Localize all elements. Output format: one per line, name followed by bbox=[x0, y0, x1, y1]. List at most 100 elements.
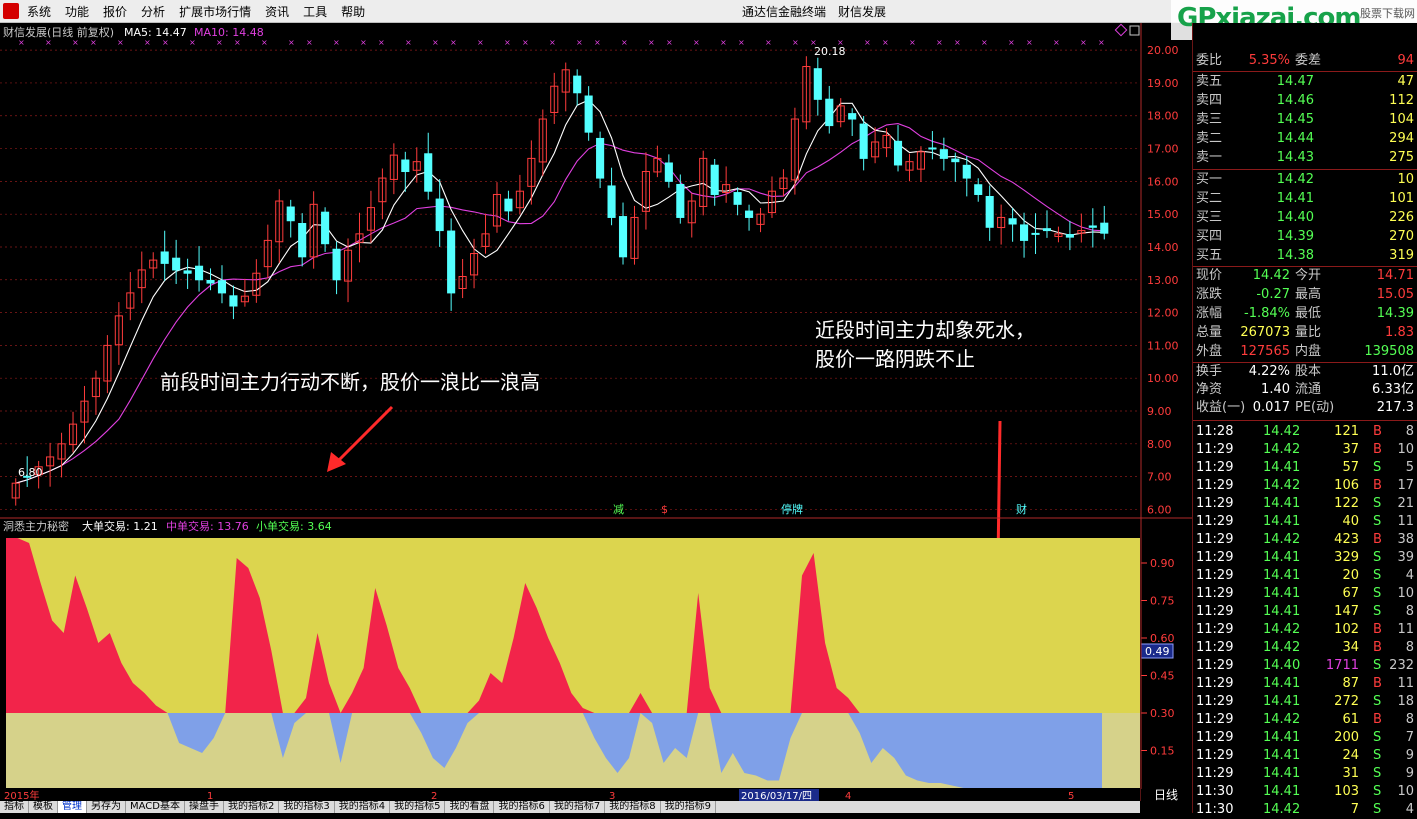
candle-down bbox=[848, 113, 857, 120]
indicator-tab[interactable]: 我的指标5 bbox=[390, 801, 446, 813]
indicator-tab[interactable]: 我的指标7 bbox=[550, 801, 606, 813]
quote-separator bbox=[1193, 71, 1417, 72]
price-grid: × × × × × × × × × × × × × × × × × × × × × × × × × × × × × × × × × × × × × × × ×… bbox=[0, 38, 1140, 510]
tick-row: 11:29 14.41 24 S 9 bbox=[1193, 747, 1417, 765]
tick-time: 11:29 bbox=[1196, 694, 1234, 709]
high-price-label: 20.18 bbox=[814, 45, 846, 58]
candle-down bbox=[859, 123, 868, 159]
menu-item-quote[interactable]: 报价 bbox=[103, 3, 127, 20]
indicator-tab[interactable]: 另存为 bbox=[87, 801, 126, 813]
tick-side: S bbox=[1373, 658, 1382, 673]
stat-value: 15.05 bbox=[1376, 287, 1414, 302]
indicator-tab[interactable]: 我的看盘 bbox=[445, 801, 495, 813]
menu-item-extended-market[interactable]: 扩展市场行情 bbox=[179, 3, 251, 20]
tick-price: 14.42 bbox=[1263, 802, 1301, 817]
stat-value: 14.42 bbox=[1252, 268, 1290, 283]
menu-item-news[interactable]: 资讯 bbox=[265, 3, 289, 20]
ma5-label: MA5: 14.47 bbox=[124, 26, 187, 39]
tick-volume: 87 bbox=[1342, 676, 1359, 691]
indicator-tab[interactable]: 我的指标2 bbox=[224, 801, 280, 813]
kline-chart[interactable]: × × × × × × × × × × × × × × × × × × × × × × × × × × × × × × × × × × × × × × × ×… bbox=[0, 23, 1192, 801]
top-marker: × bbox=[477, 38, 484, 47]
tick-row: 11:29 14.41 67 S 10 bbox=[1193, 585, 1417, 603]
sell-level-label: 卖一 bbox=[1196, 150, 1223, 165]
sell-level-label: 卖二 bbox=[1196, 131, 1223, 146]
top-marker: × bbox=[882, 38, 889, 47]
candlesticks bbox=[11, 56, 1109, 506]
candle-down bbox=[974, 184, 983, 195]
tick-time: 11:29 bbox=[1196, 442, 1234, 457]
tick-price: 14.41 bbox=[1263, 514, 1301, 529]
sell-row: 卖五 14.47 47 bbox=[1193, 73, 1417, 91]
indicator-tab[interactable]: 我的指标4 bbox=[335, 801, 391, 813]
stat-value: 267073 bbox=[1240, 325, 1290, 340]
sell-row: 卖四 14.46 112 bbox=[1193, 92, 1417, 110]
indicator-tab[interactable]: 我的指标3 bbox=[279, 801, 335, 813]
top-marker: × bbox=[909, 38, 916, 47]
stat-label: 净资 bbox=[1196, 382, 1223, 397]
indicator-tab[interactable]: 我的指标8 bbox=[605, 801, 661, 813]
tick-side: B bbox=[1373, 622, 1382, 637]
tick-count: 4 bbox=[1405, 568, 1414, 583]
menu-item-tools[interactable]: 工具 bbox=[303, 3, 327, 20]
weibi-value: 5.35% bbox=[1248, 53, 1290, 68]
menu-item-system[interactable]: 系统 bbox=[27, 3, 51, 20]
stat-value: 6.33亿 bbox=[1372, 382, 1414, 397]
indicator-tab[interactable]: MACD基本 bbox=[126, 801, 185, 813]
buy-volume: 319 bbox=[1389, 248, 1414, 263]
top-marker: × bbox=[90, 38, 97, 47]
indicator-tab[interactable]: 我的指标9 bbox=[661, 801, 716, 813]
indicator-tab[interactable]: 管理 bbox=[58, 801, 87, 813]
window-toggle-icon[interactable] bbox=[1129, 25, 1140, 36]
top-marker: × bbox=[1026, 38, 1033, 47]
tick-price: 14.42 bbox=[1263, 712, 1301, 727]
top-marker: × bbox=[378, 38, 385, 47]
top-marker: × bbox=[1080, 38, 1087, 47]
indicator-big-label: 大单交易: 1.21 bbox=[82, 519, 158, 533]
event-marker-financial[interactable]: 财 bbox=[1016, 502, 1027, 516]
event-marker-dividend[interactable]: $ bbox=[661, 503, 668, 516]
event-marker-reduce[interactable]: 减 bbox=[613, 503, 624, 516]
menu-item-help[interactable]: 帮助 bbox=[341, 3, 365, 20]
indicator-tab[interactable]: 指标 bbox=[0, 801, 29, 813]
stat-row: 总量 267073 量比 1.83 bbox=[1193, 324, 1417, 342]
app-logo-icon bbox=[3, 3, 19, 19]
menu-item-analysis[interactable]: 分析 bbox=[141, 3, 165, 20]
sell-price: 14.47 bbox=[1276, 74, 1314, 89]
stat-value: 1.83 bbox=[1385, 325, 1414, 340]
price-tick-label: 6.00 bbox=[1147, 503, 1172, 516]
candle-down bbox=[584, 95, 593, 133]
top-marker: × bbox=[405, 38, 412, 47]
tick-side: S bbox=[1373, 586, 1382, 601]
price-tick-label: 13.00 bbox=[1147, 274, 1179, 287]
stat-value: -1.84% bbox=[1244, 306, 1290, 321]
buy-price: 14.42 bbox=[1276, 172, 1314, 187]
tick-time: 11:29 bbox=[1196, 622, 1234, 637]
indicator-tab[interactable]: 操盘手 bbox=[185, 801, 224, 813]
stat-row: 现价 14.42 今开 14.71 bbox=[1193, 267, 1417, 285]
event-marker-suspension[interactable]: 停牌 bbox=[781, 502, 803, 516]
date-cursor-label: 2016/03/17/四 bbox=[741, 791, 812, 801]
indicator-tick-label: 0.75 bbox=[1150, 595, 1175, 608]
sell-volume: 104 bbox=[1389, 112, 1414, 127]
indicator-tab[interactable]: 我的指标6 bbox=[494, 801, 550, 813]
indicator-tab[interactable]: 模板 bbox=[29, 801, 58, 813]
stat-label: 今开 bbox=[1295, 268, 1322, 283]
top-marker: × bbox=[1098, 38, 1105, 47]
menu-item-function[interactable]: 功能 bbox=[65, 3, 89, 20]
tick-volume: 61 bbox=[1342, 712, 1359, 727]
top-marker: × bbox=[360, 38, 367, 47]
diamond-icon[interactable] bbox=[1114, 23, 1128, 37]
buy-row: 买三 14.40 226 bbox=[1193, 209, 1417, 227]
annotation-arrow-left bbox=[327, 405, 394, 472]
weicha-label: 委差 bbox=[1295, 53, 1322, 68]
sell-volume: 275 bbox=[1389, 150, 1414, 165]
price-tick-label: 16.00 bbox=[1147, 175, 1179, 188]
candle-down bbox=[618, 216, 628, 258]
tick-row: 11:29 14.41 329 S 39 bbox=[1193, 549, 1417, 567]
tick-side: S bbox=[1373, 784, 1382, 799]
indicator-upper-zone bbox=[6, 538, 1140, 713]
sell-level-label: 卖四 bbox=[1196, 93, 1223, 108]
period-label[interactable]: 日线 bbox=[1141, 789, 1191, 813]
buy-level-label: 买一 bbox=[1196, 172, 1223, 187]
